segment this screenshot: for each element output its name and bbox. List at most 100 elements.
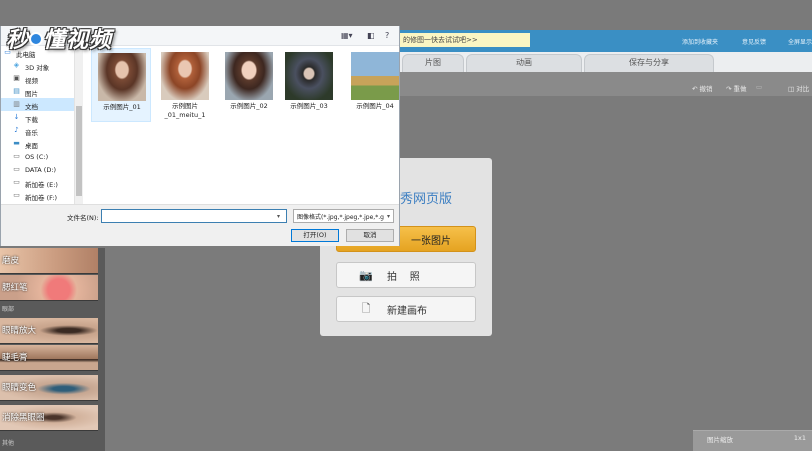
file-type-filter[interactable]: 图像格式(*.jpg,*.jpeg,*.jpe,*.g bbox=[293, 209, 394, 223]
drive-icon: ▭ bbox=[13, 165, 20, 173]
effect-label: 眼睛放大 bbox=[2, 326, 37, 336]
watermark-logo: 秒懂视频 bbox=[6, 27, 113, 53]
take-photo-button[interactable]: 📷 拍 照 bbox=[336, 262, 476, 288]
effects-sidebar: 磨皮 腮红笔 眼部 眼睛放大 睫毛膏 眼睛变色 消除黑眼圈 其他 bbox=[0, 248, 105, 451]
navigation-scrollbar[interactable] bbox=[75, 46, 83, 204]
nav-item-label: 新加卷 (F:) bbox=[25, 194, 58, 202]
nav-item[interactable]: ▬ 桌面 bbox=[1, 137, 74, 150]
section-label-eyes: 眼部 bbox=[2, 306, 15, 313]
desktop-icon: ▬ bbox=[13, 139, 20, 147]
nav-item[interactable]: ▭ OS (C:) bbox=[1, 150, 74, 163]
effect-dark-circle[interactable]: 消除黑眼圈 bbox=[0, 405, 98, 431]
fullscreen-link[interactable]: 全屏显示 bbox=[788, 37, 812, 46]
blank-tool[interactable]: ▭ bbox=[756, 83, 762, 91]
file-item[interactable]: 示例图片_02 bbox=[219, 48, 279, 122]
file-item[interactable]: 示例图片_01 bbox=[91, 48, 151, 122]
file-thumbnail bbox=[225, 52, 273, 100]
chevron-down-icon[interactable]: ▾ bbox=[277, 213, 280, 220]
play-icon bbox=[29, 32, 44, 46]
help-icon[interactable]: ? bbox=[385, 31, 389, 40]
tab-animation[interactable]: 动画 bbox=[466, 54, 582, 72]
nav-item[interactable]: ▭ 新加卷 (E:) bbox=[1, 176, 74, 189]
cancel-button[interactable]: 取消 bbox=[346, 229, 394, 242]
compare-label: 对比 bbox=[796, 85, 810, 93]
tab-beauty-label: 片图 bbox=[425, 58, 441, 67]
tab-save-share[interactable]: 保存与分享 bbox=[584, 54, 714, 72]
preview-pane-icon[interactable]: ◧ bbox=[367, 31, 375, 40]
view-options-icon[interactable]: ▦▾ bbox=[341, 31, 353, 40]
nav-item[interactable]: ▭ 新加卷 (F:) bbox=[1, 189, 74, 202]
nav-item[interactable]: ↓ 下载 bbox=[1, 111, 74, 124]
nav-item[interactable]: ▭ DATA (D:) bbox=[1, 163, 74, 176]
undo-label: 撤销 bbox=[699, 85, 713, 93]
effect-label: 磨皮 bbox=[2, 256, 20, 266]
nav-item-label: DATA (D:) bbox=[25, 166, 57, 174]
effect-label: 消除黑眼圈 bbox=[2, 413, 45, 423]
filename-label: 文件名(N): bbox=[67, 214, 99, 222]
zoom-panel: 图片缩放 1x1 bbox=[693, 430, 812, 451]
section-label-other: 其他 bbox=[2, 440, 15, 447]
nav-item[interactable]: ▤ 图片 bbox=[1, 85, 74, 98]
zoom-value: 1x1 bbox=[793, 434, 806, 442]
file-thumbnail bbox=[351, 52, 399, 100]
documents-icon: ▥ bbox=[13, 100, 20, 108]
file-item[interactable]: 示例图片_03 bbox=[279, 48, 339, 122]
effect-label: 腮红笔 bbox=[2, 283, 28, 293]
nav-item[interactable]: ◈ 3D 对象 bbox=[1, 59, 74, 72]
undo-button[interactable]: ↶ 撤销 bbox=[692, 83, 713, 93]
effect-label: 睫毛膏 bbox=[2, 353, 28, 363]
new-canvas-button[interactable]: 🗋 新建画布 bbox=[336, 296, 476, 322]
open-image-label: 一张图片 bbox=[411, 235, 451, 247]
nav-item[interactable]: ▥ 文档 bbox=[1, 98, 74, 111]
nav-item-label: 桌面 bbox=[25, 142, 38, 150]
nav-item-label: 图片 bbox=[25, 90, 38, 98]
compare-button[interactable]: ◫ 对比 bbox=[788, 83, 809, 93]
nav-item-label: 3D 对象 bbox=[25, 64, 50, 72]
file-name: 示例图片_01_meitu_1 bbox=[164, 102, 206, 119]
open-button[interactable]: 打开(O) bbox=[291, 229, 339, 242]
file-item[interactable]: 示例图片_01_meitu_1 bbox=[155, 48, 215, 122]
file-name: 示例图片_03 bbox=[290, 102, 328, 110]
tab-beauty[interactable]: 片图 bbox=[402, 54, 464, 72]
effect-eye-color[interactable]: 眼睛变色 bbox=[0, 375, 98, 401]
add-favorite-link[interactable]: 添加到收藏夹 bbox=[682, 37, 718, 46]
nav-item[interactable]: ♪ 音乐 bbox=[1, 124, 74, 137]
effect-label: 眼睛变色 bbox=[2, 383, 37, 393]
nav-item-label: 音乐 bbox=[25, 129, 38, 137]
feedback-link[interactable]: 意见反馈 bbox=[742, 37, 766, 46]
camera-icon: 📷 bbox=[359, 268, 373, 282]
effect-blush[interactable]: 腮红笔 bbox=[0, 275, 98, 301]
effect-smooth-skin[interactable]: 磨皮 bbox=[0, 248, 98, 274]
nav-item-label: 视频 bbox=[25, 77, 38, 85]
redo-button[interactable]: ↷ 重做 bbox=[726, 83, 747, 93]
notice-bar[interactable]: 的修图一快去试试吧>> bbox=[400, 33, 530, 47]
redo-label: 重做 bbox=[733, 85, 747, 93]
new-canvas-label: 新建画布 bbox=[387, 305, 427, 317]
file-name: 示例图片_02 bbox=[230, 102, 268, 110]
nav-item-label: OS (C:) bbox=[25, 153, 49, 161]
nav-item-label: 新加卷 (E:) bbox=[25, 181, 58, 189]
file-open-dialog: 组织 ▦▾ ◧ ? ▭ 此电脑 ◈ 3D 对象 ▣ 视频 ▤ 图片 ▥ 文档 ↓ 下载 ♪ 音乐 ▬ 桌面 ▭ O… bbox=[0, 26, 400, 246]
file-name: 示例图片_01 bbox=[103, 103, 141, 111]
nav-item-label: 文档 bbox=[25, 103, 38, 111]
file-thumbnail bbox=[98, 53, 146, 101]
music-icon: ♪ bbox=[14, 126, 19, 134]
nav-item[interactable]: ▣ 视频 bbox=[1, 72, 74, 85]
video-icon: ▣ bbox=[13, 74, 20, 82]
drive-icon: ▭ bbox=[13, 191, 20, 199]
scrollbar-thumb[interactable] bbox=[76, 106, 82, 196]
filename-input[interactable] bbox=[101, 209, 287, 223]
dialog-footer: 文件名(N): ▾ 图像格式(*.jpg,*.jpeg,*.jpe,*.g ▾ … bbox=[1, 204, 399, 246]
file-item[interactable]: 示例图片_04 bbox=[345, 48, 405, 122]
download-icon: ↓ bbox=[13, 113, 20, 121]
drive-icon: ▭ bbox=[13, 152, 20, 160]
pictures-icon: ▤ bbox=[13, 87, 20, 95]
cube-icon: ◈ bbox=[13, 61, 20, 69]
file-name: 示例图片_04 bbox=[356, 102, 394, 110]
effect-eye-enlarge[interactable]: 眼睛放大 bbox=[0, 318, 98, 344]
tab-animation-label: 动画 bbox=[516, 58, 532, 67]
chevron-down-icon[interactable]: ▾ bbox=[387, 213, 390, 220]
document-icon: 🗋 bbox=[361, 301, 371, 315]
edit-toolbar bbox=[400, 72, 812, 96]
effect-mascara[interactable]: 睫毛膏 bbox=[0, 345, 98, 371]
